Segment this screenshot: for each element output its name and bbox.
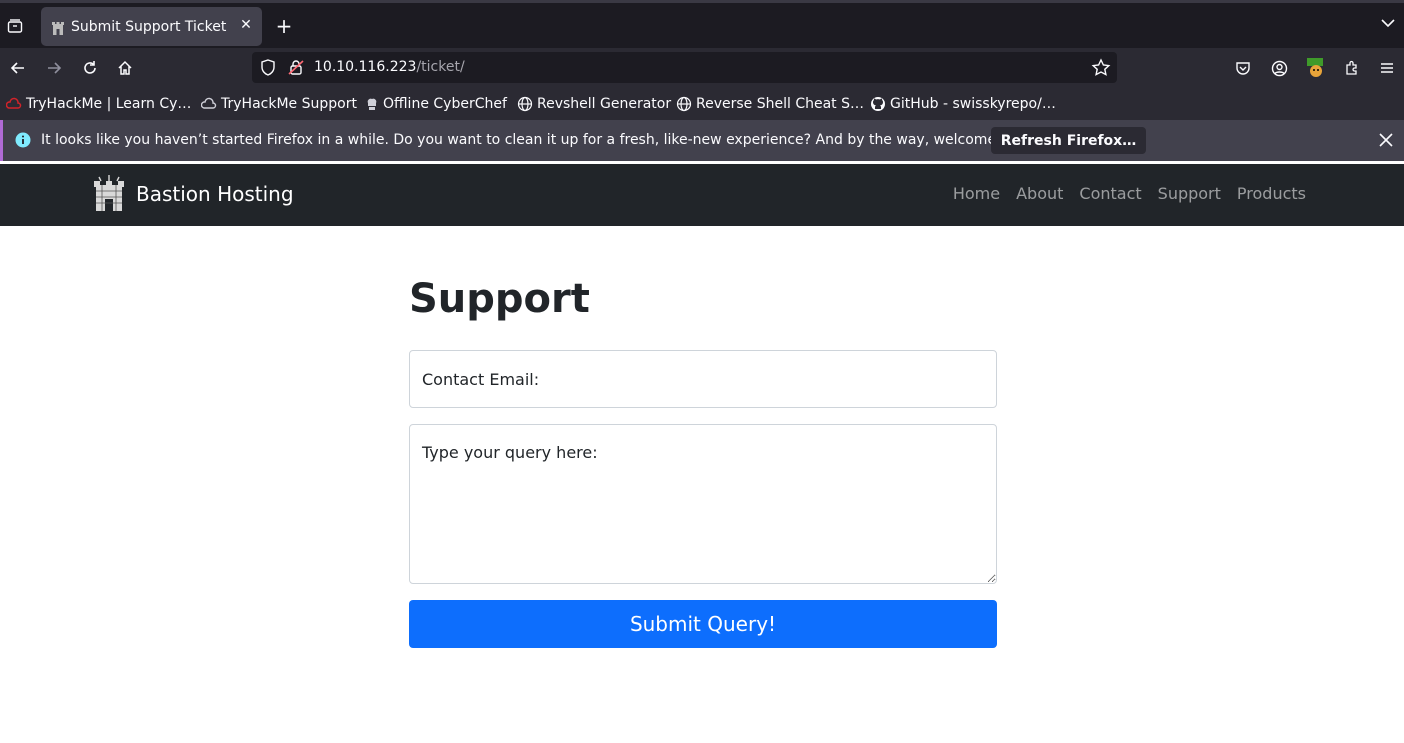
browser-navigation-bar: 10.10.116.223/ticket/	[0, 48, 1404, 88]
reload-icon[interactable]	[78, 56, 102, 80]
forward-arrow-icon[interactable]	[42, 56, 66, 80]
bookmark-tryhackme[interactable]: TryHackMe | Learn Cy…	[6, 93, 191, 115]
site-navbar: Bastion Hosting Home About Contact Suppo…	[0, 164, 1404, 226]
globe-icon	[676, 96, 692, 112]
bookmark-label: GitHub - swisskyrepo/…	[890, 96, 1056, 112]
castle-logo-icon[interactable]	[93, 175, 125, 211]
url-text[interactable]: 10.10.116.223/ticket/	[314, 59, 465, 75]
info-icon	[15, 132, 31, 148]
close-icon[interactable]	[1378, 132, 1394, 148]
shield-icon[interactable]	[260, 59, 276, 76]
notification-message: It looks like you haven’t started Firefo…	[41, 132, 1040, 148]
insecure-lock-icon[interactable]	[288, 59, 304, 76]
github-icon	[871, 97, 885, 111]
pocket-icon[interactable]	[1231, 56, 1255, 80]
bookmark-label: TryHackMe | Learn Cy…	[26, 96, 192, 112]
tab-close-icon[interactable]: ✕	[238, 17, 254, 33]
nav-link-support[interactable]: Support	[1158, 184, 1221, 203]
bookmark-reverse-shell[interactable]: Reverse Shell Cheat S…	[676, 93, 864, 115]
nav-link-home[interactable]: Home	[953, 184, 1000, 203]
castle-icon	[52, 21, 64, 35]
submit-query-button[interactable]: Submit Query!	[409, 600, 997, 648]
bookmark-label: Reverse Shell Cheat S…	[696, 96, 864, 112]
bookmark-github[interactable]: GitHub - swisskyrepo/…	[870, 93, 1056, 115]
url-path: /ticket/	[416, 59, 465, 75]
bookmark-tryhackme-support[interactable]: TryHackMe Support	[201, 93, 357, 115]
page-title: Support	[409, 276, 590, 322]
url-bar[interactable]: 10.10.116.223/ticket/	[252, 52, 1117, 83]
bookmark-label: Offline CyberChef	[383, 96, 507, 112]
home-icon[interactable]	[113, 56, 137, 80]
url-host: 10.10.116.223	[314, 59, 417, 75]
browser-tab-bar: Submit Support Ticket ✕ +	[0, 0, 1404, 48]
bookmark-cyberchef[interactable]: Offline CyberChef	[365, 93, 507, 115]
tryhackme-icon	[6, 97, 22, 109]
menu-icon[interactable]	[1375, 56, 1399, 80]
chef-icon	[367, 98, 377, 110]
nav-link-contact[interactable]: Contact	[1079, 184, 1141, 203]
bookmark-revshell[interactable]: Revshell Generator	[517, 93, 671, 115]
chevron-down-icon[interactable]	[1380, 15, 1398, 37]
bookmark-label: Revshell Generator	[537, 96, 672, 112]
contact-email-field[interactable]	[409, 350, 997, 408]
bookmarks-toolbar: TryHackMe | Learn Cy… TryHackMe Support …	[0, 88, 1404, 120]
globe-icon	[517, 96, 533, 112]
active-tab[interactable]: Submit Support Ticket ✕	[41, 7, 262, 46]
tab-title: Submit Support Ticket	[71, 18, 227, 35]
notification-bar: It looks like you haven’t started Firefo…	[0, 120, 1404, 161]
burp-extension-icon[interactable]	[1304, 56, 1328, 80]
back-arrow-icon[interactable]	[6, 56, 30, 80]
nav-link-about[interactable]: About	[1016, 184, 1063, 203]
cloud-icon	[201, 97, 217, 109]
site-nav-links: Home About Contact Support Products	[937, 184, 1306, 203]
extensions-icon[interactable]	[1340, 56, 1364, 80]
brand-name[interactable]: Bastion Hosting	[136, 182, 294, 206]
bookmark-star-icon[interactable]	[1091, 58, 1111, 78]
bookmark-label: TryHackMe Support	[221, 96, 357, 112]
refresh-firefox-button[interactable]: Refresh Firefox…	[991, 127, 1146, 154]
new-tab-icon[interactable]: +	[273, 15, 295, 37]
account-icon[interactable]	[1267, 56, 1291, 80]
nav-link-products[interactable]: Products	[1237, 184, 1306, 203]
query-textarea[interactable]	[409, 424, 997, 584]
tab-list-icon[interactable]	[4, 11, 26, 41]
